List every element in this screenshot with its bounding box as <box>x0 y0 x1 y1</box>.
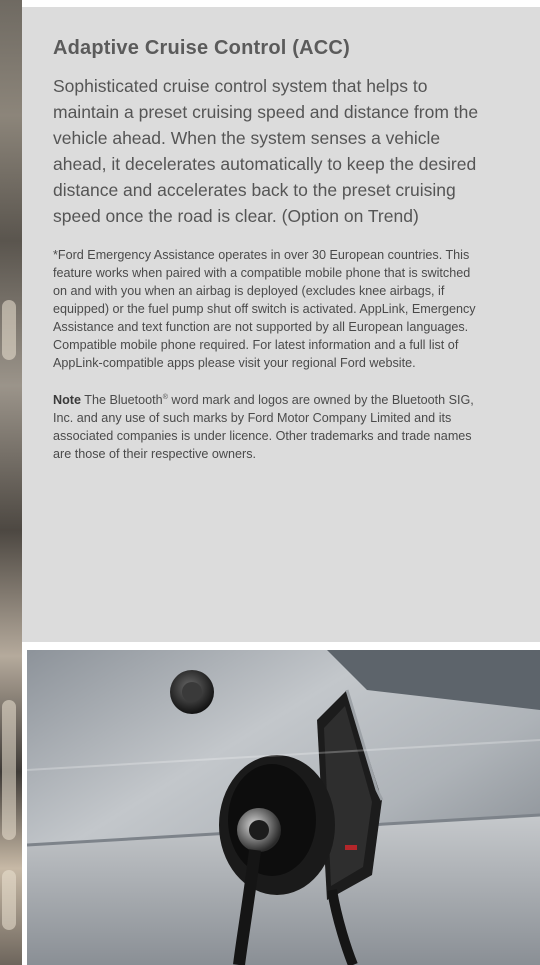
vehicle-fuel-flap-image <box>27 650 540 965</box>
section-title: Adaptive Cruise Control (ACC) <box>53 37 350 59</box>
lead-paragraph: Sophisticated cruise control system that… <box>53 76 479 226</box>
note-label: Note <box>53 393 81 408</box>
note-text-start: The Bluetooth <box>81 393 163 408</box>
left-edge-photo <box>0 0 22 965</box>
acc-info-panel: Adaptive Cruise Control (ACC) Sophistica… <box>22 7 540 642</box>
footnote-paragraph: *Ford Emergency Assistance operates in o… <box>53 248 476 370</box>
fuel-flap-photo <box>27 650 540 965</box>
note-paragraph: Note The Bluetooth® word mark and logos … <box>53 389 485 463</box>
